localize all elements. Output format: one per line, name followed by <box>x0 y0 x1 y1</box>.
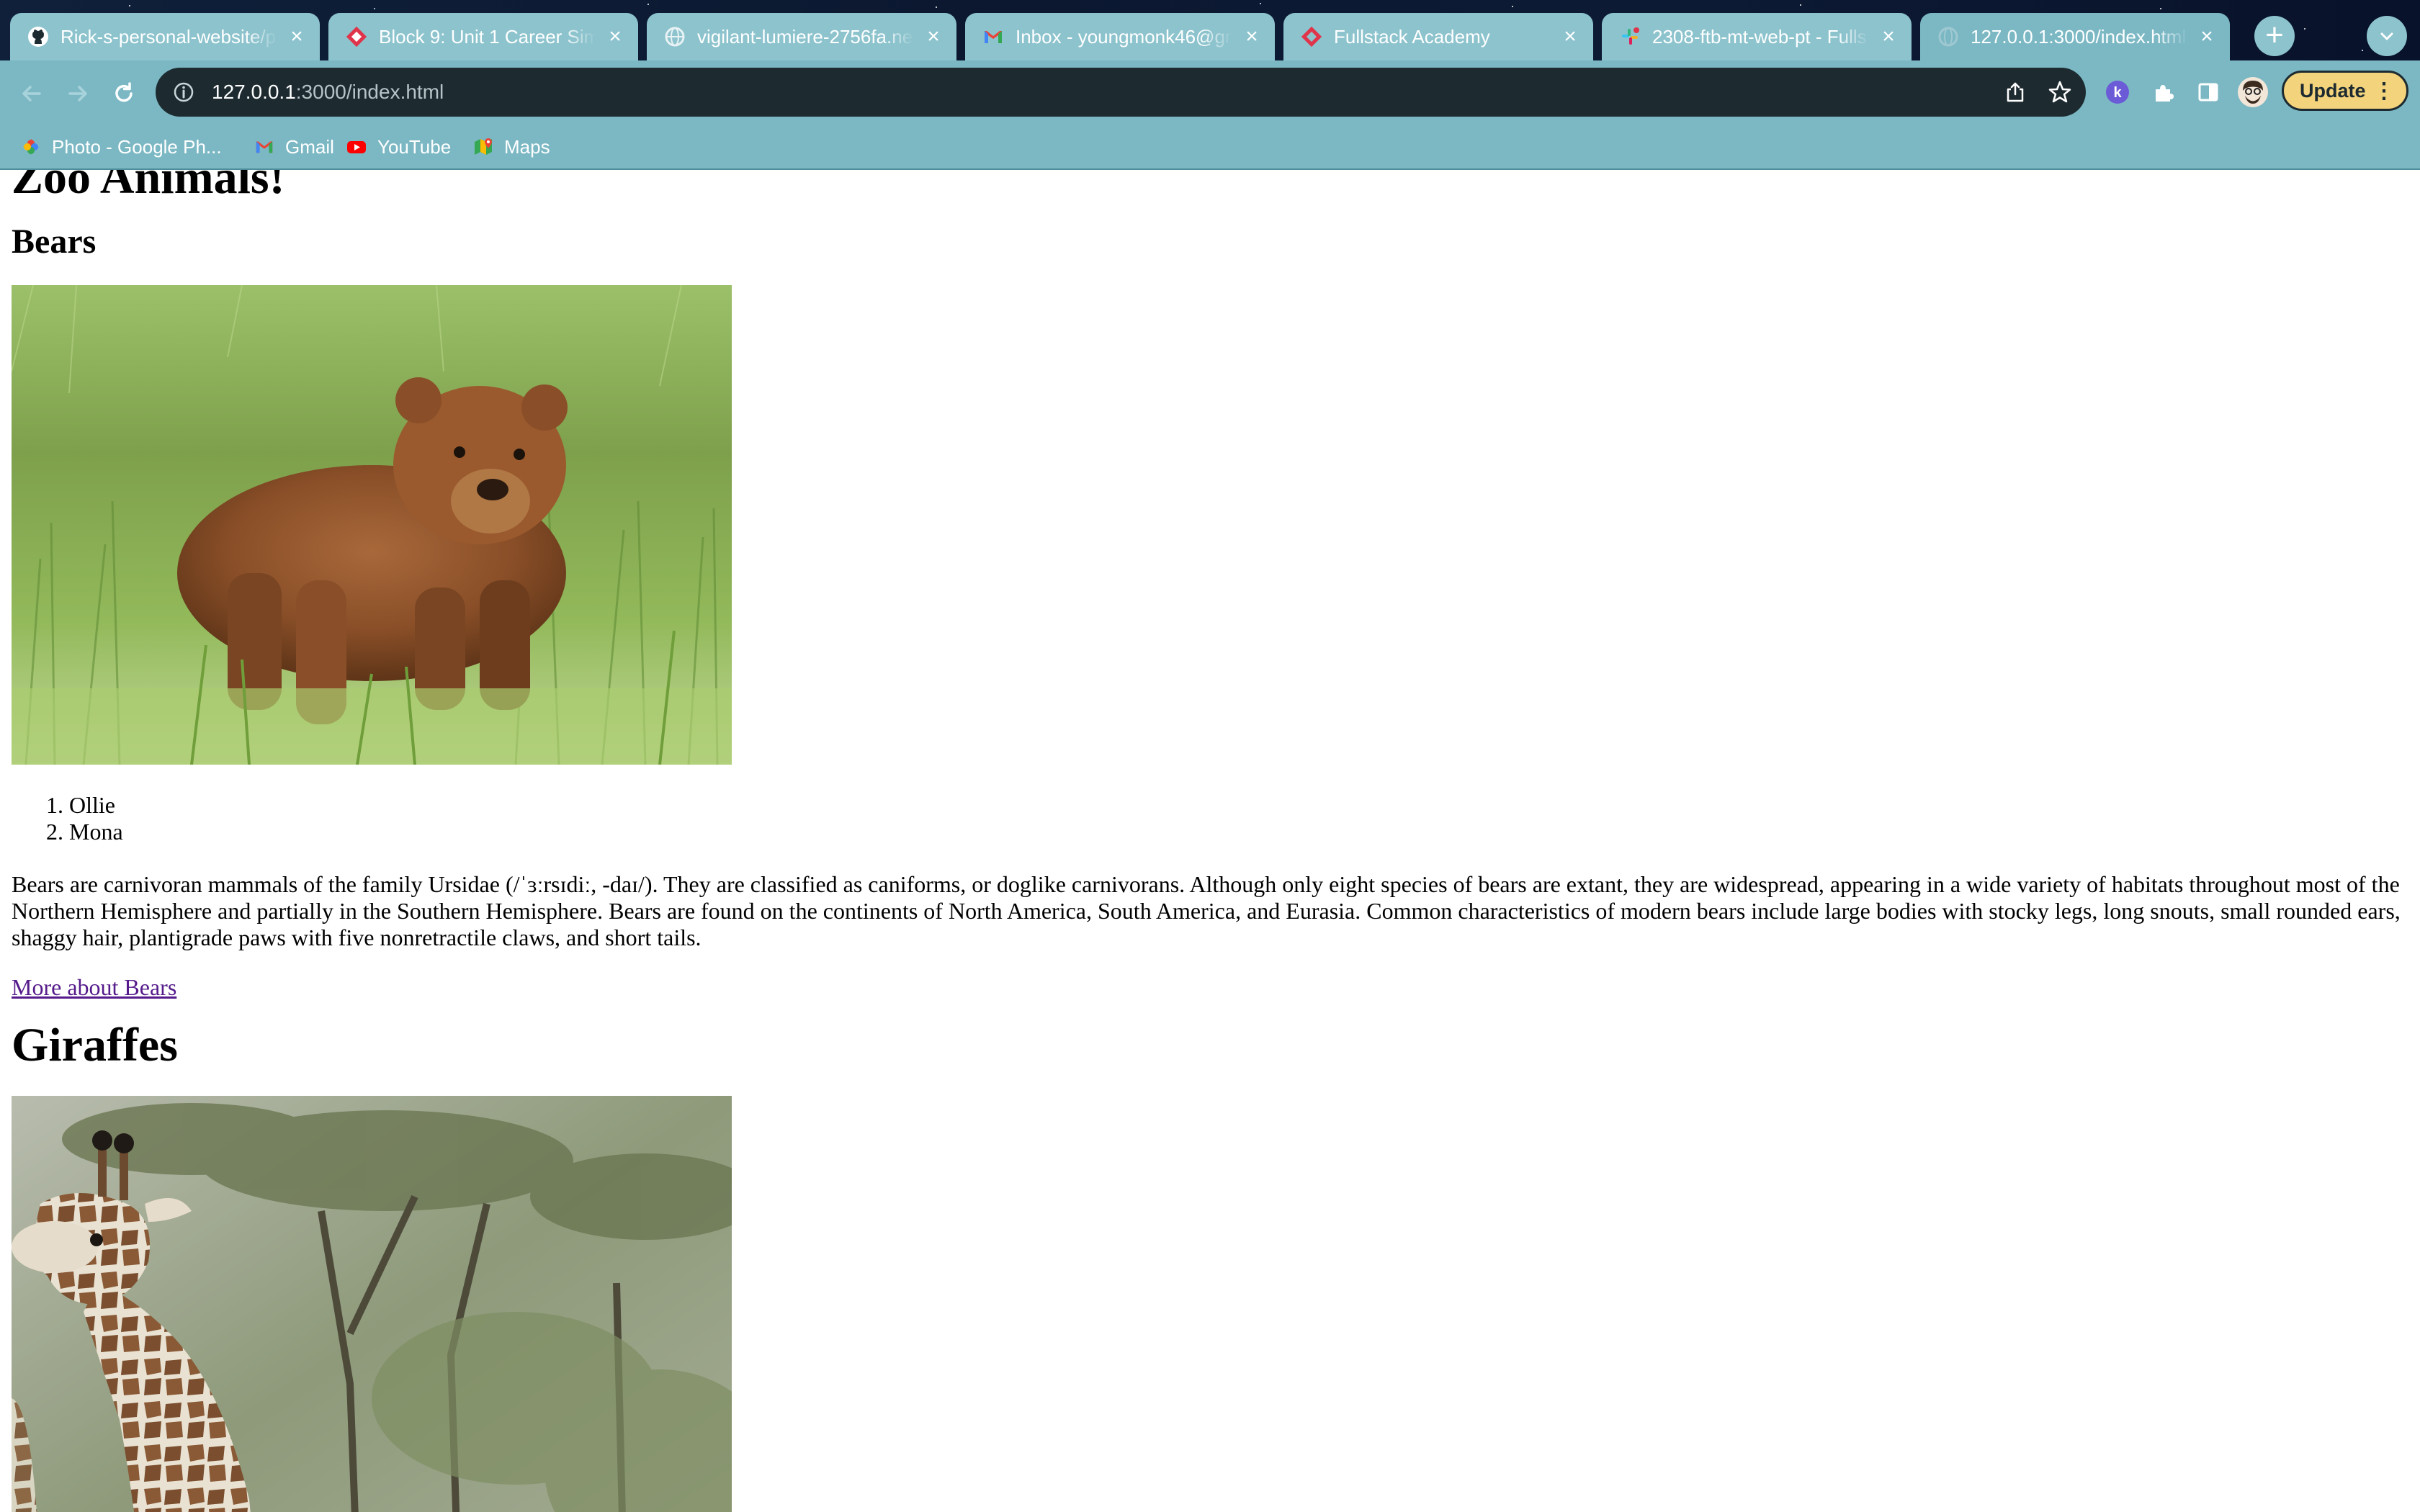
bookmark-maps[interactable]: Maps <box>472 134 550 160</box>
slack-icon <box>1619 26 1641 48</box>
page-content: Zoo Animals! Bears 1. Ollie 2. Mona Bear… <box>12 170 2410 1512</box>
list-item: Ollie <box>69 792 2410 819</box>
tab-vigilant-lumiere[interactable]: vigilant-lumiere-2756fa.net × <box>647 13 956 60</box>
fullstack-icon <box>346 26 367 48</box>
close-icon[interactable]: × <box>1240 24 1263 48</box>
bookmark-youtube[interactable]: YouTube <box>346 134 451 160</box>
bears-heading: Bears <box>12 222 97 261</box>
more-menu-icon[interactable]: ⋮ <box>2373 78 2395 104</box>
globe-icon <box>1937 26 1959 48</box>
youtube-icon <box>346 136 367 158</box>
tab-title: Block 9: Unit 1 Career Simu <box>379 25 596 48</box>
side-panel-icon[interactable] <box>2192 76 2224 108</box>
kami-extension-icon[interactable]: k <box>2102 76 2133 108</box>
page-viewport[interactable]: Zoo Animals! Bears 1. Ollie 2. Mona Bear… <box>0 170 2420 1512</box>
globe-icon <box>664 26 686 48</box>
giraffe-image <box>12 1096 732 1512</box>
giraffes-heading: Giraffes <box>12 1019 178 1071</box>
tab-title: vigilant-lumiere-2756fa.net <box>697 25 915 48</box>
bookmark-gmail[interactable]: Gmail <box>254 134 334 160</box>
list-item: Mona <box>69 819 2410 845</box>
fullstack-icon <box>1301 26 1322 48</box>
profile-avatar[interactable] <box>2237 76 2269 108</box>
bookmark-label: Maps <box>504 135 550 158</box>
bookmark-star-icon[interactable] <box>2047 79 2073 105</box>
bear-names-list: Ollie Mona <box>12 792 2410 845</box>
bookmarks-bar: Photo - Google Ph... Gmail YouTube Maps <box>0 125 2420 170</box>
bears-description: Bears are carnivoran mammals of the fami… <box>12 871 2401 950</box>
extensions-puzzle-icon[interactable] <box>2148 76 2179 108</box>
close-icon[interactable]: × <box>2195 24 2218 48</box>
github-icon <box>27 26 49 48</box>
tab-title: Inbox - youngmonk46@gm <box>1016 25 1233 48</box>
google-photos-icon <box>20 136 42 158</box>
share-icon[interactable] <box>2002 79 2028 105</box>
close-icon[interactable]: × <box>604 24 627 48</box>
close-icon[interactable]: × <box>1877 24 1900 48</box>
tab-slack[interactable]: 2308-ftb-mt-web-pt - Fulls × <box>1602 13 1912 60</box>
bookmark-label: Photo - Google Ph... <box>52 135 222 158</box>
bookmark-label: Gmail <box>285 135 334 158</box>
tab-title: Rick-s-personal-website/pe <box>60 25 278 48</box>
close-icon[interactable]: × <box>1559 24 1582 48</box>
reload-button[interactable] <box>107 76 141 111</box>
tab-title: 127.0.0.1:3000/index.html <box>1971 25 2187 48</box>
bookmark-google-photos[interactable]: Photo - Google Ph... <box>20 134 222 160</box>
url-path: :3000/index.html <box>295 81 444 103</box>
url-text[interactable]: 127.0.0.1:3000/index.html <box>212 81 444 104</box>
tab-title: Fullstack Academy <box>1334 25 1490 48</box>
tab-search-button[interactable] <box>2367 16 2407 56</box>
more-about-bears-link[interactable]: More about Bears <box>12 974 176 1001</box>
tab-localhost-index[interactable]: 127.0.0.1:3000/index.html × <box>1920 13 2230 60</box>
tab-gmail-inbox[interactable]: Inbox - youngmonk46@gm × <box>965 13 1275 60</box>
page-title: Zoo Animals! <box>12 170 285 204</box>
arrow-right-icon <box>68 86 87 102</box>
close-icon[interactable]: × <box>285 24 308 48</box>
url-host: 127.0.0.1 <box>212 81 296 103</box>
tab-title: 2308-ftb-mt-web-pt - Fulls <box>1652 25 1867 48</box>
gmail-icon <box>254 136 275 158</box>
bear-image <box>12 285 732 765</box>
forward-button[interactable] <box>60 76 95 111</box>
toolbar: 127.0.0.1:3000/index.html k Update ⋮ <box>0 60 2420 125</box>
back-button[interactable] <box>14 76 49 111</box>
address-bar[interactable]: 127.0.0.1:3000/index.html <box>156 68 2086 117</box>
arrow-left-icon <box>22 86 41 102</box>
tab-strip: Rick-s-personal-website/pe × Block 9: Un… <box>0 0 2420 60</box>
update-button[interactable]: Update ⋮ <box>2282 71 2408 111</box>
tab-github[interactable]: Rick-s-personal-website/pe × <box>10 13 320 60</box>
reload-icon <box>115 82 133 102</box>
bookmark-label: YouTube <box>377 135 452 158</box>
chevron-down-icon <box>2380 32 2393 40</box>
tab-fullstack-academy[interactable]: Fullstack Academy × <box>1283 13 1593 60</box>
tab-block9[interactable]: Block 9: Unit 1 Career Simu × <box>328 13 638 60</box>
svg-text:k: k <box>2113 85 2122 101</box>
update-label: Update <box>2300 79 2366 102</box>
gmail-icon <box>982 26 1004 48</box>
maps-icon <box>472 136 494 158</box>
close-icon[interactable]: × <box>922 24 945 48</box>
info-icon[interactable] <box>171 80 196 104</box>
browser-chrome: Rick-s-personal-website/pe × Block 9: Un… <box>0 0 2420 170</box>
new-tab-button[interactable]: + <box>2254 16 2295 56</box>
